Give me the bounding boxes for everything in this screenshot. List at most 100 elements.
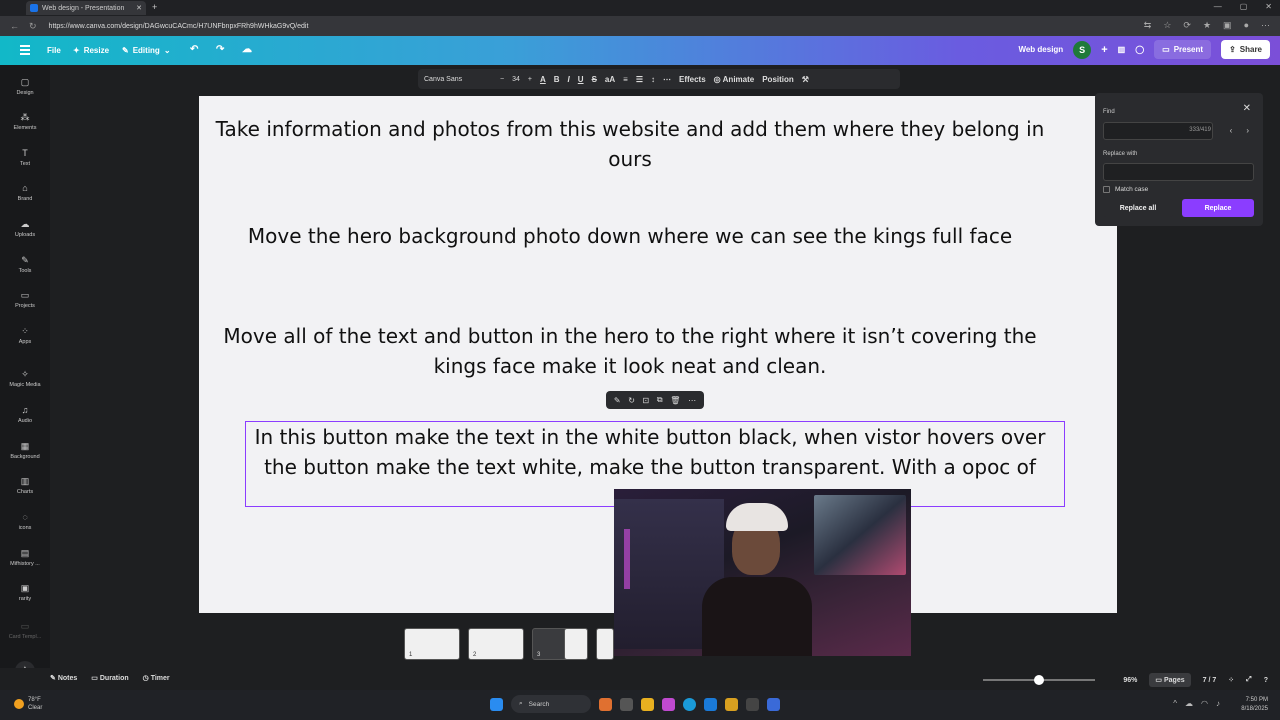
resize-button[interactable]: ✦ Resize bbox=[73, 46, 109, 55]
duplicate-icon[interactable]: ⧉ bbox=[657, 395, 663, 405]
effects-button[interactable]: Effects bbox=[679, 75, 706, 84]
windows-start-icon[interactable] bbox=[490, 697, 503, 711]
wifi-icon[interactable]: ◠ bbox=[1201, 699, 1208, 708]
close-window-icon[interactable]: ✕ bbox=[1265, 2, 1272, 11]
sidebar-item-projects[interactable]: ▭ Projects bbox=[0, 290, 50, 309]
bold-icon[interactable]: B bbox=[554, 75, 560, 84]
browser-tab[interactable]: Web design - Presentation ✕ bbox=[26, 1, 146, 15]
translate-icon[interactable]: ⇆ bbox=[1144, 20, 1152, 31]
add-collaborator-icon[interactable]: + bbox=[1101, 44, 1107, 56]
align-center-icon[interactable]: ≡ bbox=[623, 75, 628, 84]
page-thumbnail[interactable] bbox=[596, 628, 614, 660]
fullscreen-icon[interactable]: ⤢ bbox=[1246, 676, 1252, 684]
page-thumbnail[interactable]: 2 bbox=[468, 628, 524, 660]
page-thumbnail[interactable]: 1 bbox=[404, 628, 460, 660]
volume-icon[interactable]: ♪ bbox=[1216, 699, 1220, 708]
pages-button[interactable]: ▭ Pages bbox=[1149, 673, 1191, 687]
taskbar-search[interactable]: ⌕ Search bbox=[511, 695, 591, 713]
back-icon[interactable]: ← bbox=[10, 21, 19, 32]
collections-icon[interactable]: ▣ bbox=[1223, 20, 1232, 31]
share-button[interactable]: ⇪ Share bbox=[1221, 40, 1270, 59]
file-menu[interactable]: File bbox=[47, 46, 61, 55]
sidebar-item-background[interactable]: ▦ Background bbox=[0, 441, 50, 460]
profile-icon[interactable]: ● bbox=[1244, 20, 1249, 31]
animate-button[interactable]: Animate bbox=[723, 75, 755, 84]
hamburger-menu-icon[interactable] bbox=[20, 45, 30, 55]
replace-all-button[interactable]: Replace all bbox=[1103, 199, 1173, 217]
app-icon[interactable] bbox=[746, 697, 759, 711]
refresh-icon[interactable]: ↻ bbox=[29, 21, 37, 32]
task-view-icon[interactable] bbox=[620, 697, 633, 711]
favorite-icon[interactable]: ☆ bbox=[1163, 20, 1171, 31]
file-explorer-icon[interactable] bbox=[641, 697, 654, 711]
notes-button[interactable]: ✎ Notes bbox=[50, 674, 77, 682]
sidebar-item-text[interactable]: T Text bbox=[0, 148, 50, 167]
increase-font-icon[interactable]: + bbox=[528, 76, 532, 83]
delete-icon[interactable]: 🗑 bbox=[670, 396, 680, 405]
animate-icon[interactable]: ◎ bbox=[714, 75, 721, 84]
comments-icon[interactable]: ◯ bbox=[1135, 45, 1144, 54]
italic-icon[interactable]: I bbox=[568, 75, 570, 84]
spacing-icon[interactable]: ↕ bbox=[651, 75, 655, 84]
sidebar-item-rarity[interactable]: ▣ rarity bbox=[0, 583, 50, 602]
replace-button[interactable]: Replace bbox=[1182, 199, 1254, 217]
insights-icon[interactable]: ▥ bbox=[1118, 45, 1126, 54]
sidebar-item-mifhistory[interactable]: ▤ Mifhistory ... bbox=[0, 548, 50, 567]
chevron-left-icon[interactable]: ‹ bbox=[1230, 126, 1233, 135]
weather-widget[interactable]: 78°F Clear bbox=[14, 696, 42, 712]
maximize-icon[interactable]: ▢ bbox=[1240, 2, 1248, 11]
design-name[interactable]: Web design bbox=[1018, 45, 1063, 54]
undo-icon[interactable]: ↶ bbox=[190, 44, 198, 55]
duration-button[interactable]: ▭ Duration bbox=[91, 674, 128, 682]
canvas-paragraph[interactable]: In this button make the text in the whit… bbox=[240, 422, 1060, 482]
sidebar-item-apps[interactable]: ⁘ Apps bbox=[0, 326, 50, 345]
zoom-slider[interactable] bbox=[983, 675, 1096, 685]
sidebar-item-card-templates[interactable]: ▭ Card Templ... bbox=[0, 621, 50, 640]
zoom-level[interactable]: 96% bbox=[1123, 677, 1137, 684]
url-field[interactable]: https://www.canva.com/design/DAGwcuCACmc… bbox=[49, 23, 309, 30]
app-icon[interactable] bbox=[725, 697, 738, 711]
grid-view-icon[interactable]: ⁘ bbox=[1228, 676, 1234, 684]
underline-icon[interactable]: U bbox=[578, 75, 584, 84]
font-size-value[interactable]: 34 bbox=[512, 76, 520, 83]
minimize-icon[interactable]: — bbox=[1214, 2, 1222, 11]
page-thumbnail[interactable] bbox=[564, 628, 588, 660]
close-icon[interactable]: ✕ bbox=[1243, 103, 1251, 114]
app-icon[interactable] bbox=[767, 697, 780, 711]
more-icon[interactable]: ⋯ bbox=[688, 396, 696, 405]
widgets-icon[interactable] bbox=[599, 697, 612, 711]
paint-roller-icon[interactable]: ⚒ bbox=[802, 75, 809, 84]
magic-edit-icon[interactable]: ✎ bbox=[614, 396, 621, 405]
new-tab-icon[interactable]: + bbox=[152, 2, 157, 12]
sidebar-item-elements[interactable]: ⁂ Elements bbox=[0, 112, 50, 131]
list-icon[interactable]: ☰ bbox=[636, 75, 643, 84]
canvas-paragraph[interactable]: Move the hero background photo down wher… bbox=[215, 221, 1045, 251]
sidebar-item-charts[interactable]: ▥ Charts bbox=[0, 476, 50, 495]
canvas-paragraph[interactable]: Take information and photos from this we… bbox=[215, 114, 1045, 174]
cloud-icon[interactable]: ☁ bbox=[1185, 699, 1193, 708]
chevron-right-icon[interactable]: › bbox=[1246, 126, 1249, 135]
font-family-select[interactable]: Canva Sans bbox=[424, 76, 492, 83]
edge-browser-icon[interactable] bbox=[683, 697, 696, 711]
zoom-slider-handle[interactable] bbox=[1034, 675, 1045, 685]
sidebar-item-tools[interactable]: ✎ Tools bbox=[0, 255, 50, 274]
cloud-save-icon[interactable]: ☁ bbox=[242, 44, 252, 55]
strikethrough-icon[interactable]: S bbox=[592, 75, 597, 84]
present-button[interactable]: ▭ Present bbox=[1154, 40, 1212, 59]
redo-icon[interactable]: ↷ bbox=[216, 44, 224, 55]
lock-icon[interactable]: ⊡ bbox=[643, 396, 650, 405]
letter-case-icon[interactable]: aA bbox=[605, 75, 615, 84]
tray-chevron-icon[interactable]: ^ bbox=[1173, 699, 1177, 708]
avatar[interactable]: S bbox=[1073, 40, 1092, 59]
editing-mode-button[interactable]: ✎ Editing ⌄ bbox=[122, 46, 171, 55]
position-button[interactable]: Position bbox=[762, 75, 794, 84]
decrease-font-icon[interactable]: − bbox=[500, 76, 504, 83]
extensions-icon[interactable]: ⟳ bbox=[1183, 20, 1191, 31]
replace-input[interactable] bbox=[1103, 163, 1254, 181]
match-case-checkbox[interactable]: Match case bbox=[1103, 186, 1148, 193]
sidebar-item-brand[interactable]: ⌂ Brand bbox=[0, 183, 50, 202]
timer-button[interactable]: ◷ Timer bbox=[143, 674, 170, 682]
canvas-paragraph[interactable]: Move all of the text and button in the h… bbox=[215, 321, 1045, 381]
close-tab-icon[interactable]: ✕ bbox=[136, 4, 142, 12]
copilot-icon[interactable] bbox=[662, 697, 675, 711]
